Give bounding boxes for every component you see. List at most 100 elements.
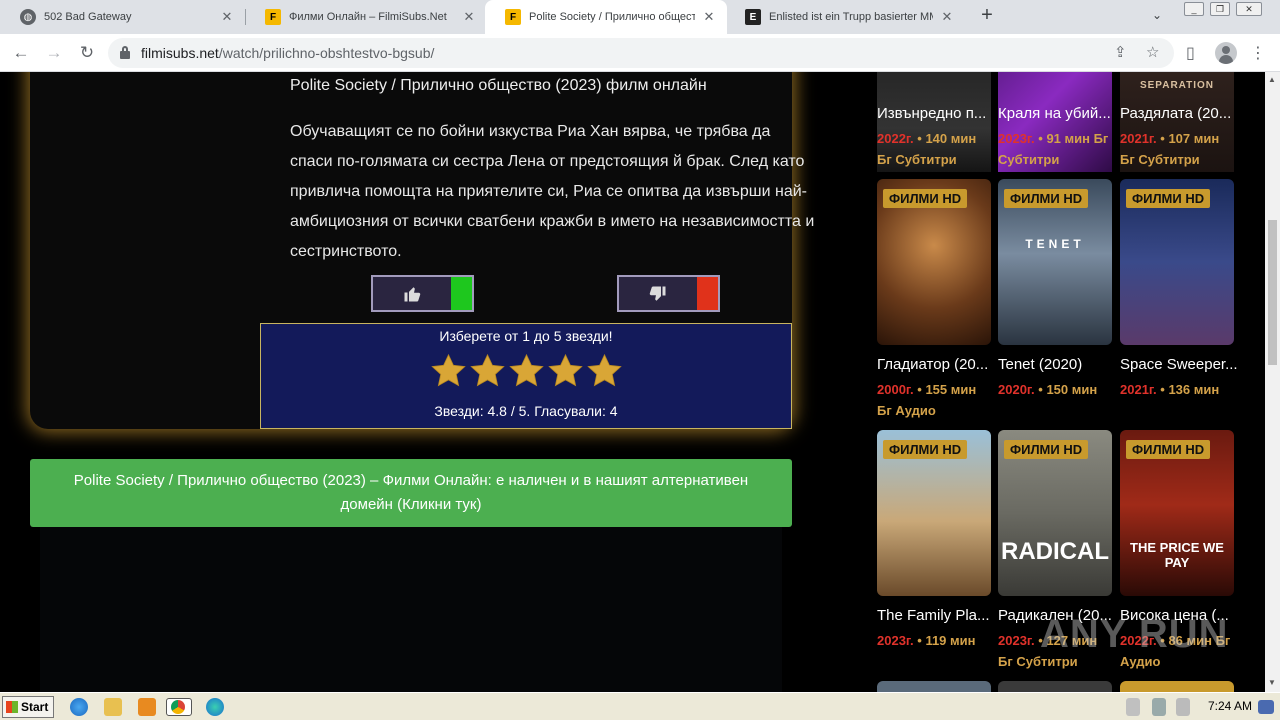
dislike-indicator xyxy=(697,277,718,310)
network-icon[interactable] xyxy=(1152,698,1166,716)
close-icon[interactable]: ✕ xyxy=(461,9,477,25)
tab-502[interactable]: ◍ 502 Bad Gateway ✕ xyxy=(0,0,245,34)
hd-badge: ФИЛМИ HD xyxy=(1126,440,1211,459)
poster-title-text: SEPARATION xyxy=(1139,80,1215,91)
star-icon[interactable] xyxy=(429,352,468,390)
share-icon[interactable]: ⇪ xyxy=(1114,43,1127,61)
tab-title: Филми Онлайн – FilmiSubs.Net xyxy=(289,11,447,23)
movie-poster[interactable]: ФИЛМИ HD xyxy=(877,179,991,345)
movie-details: • 150 мин xyxy=(1038,382,1098,397)
movie-poster[interactable]: ФИЛМИ HD xyxy=(877,430,991,596)
tab-enlisted[interactable]: E Enlisted ist ein Trupp basierter MMO- … xyxy=(725,0,965,34)
filmisubs-favicon-icon: F xyxy=(265,9,281,25)
video-player[interactable] xyxy=(40,527,782,692)
movie-year: 2022г. xyxy=(877,131,914,146)
address-bar[interactable]: filmisubs.net/watch/prilichno-obshtestvo… xyxy=(108,38,1174,68)
scroll-down-icon[interactable]: ▼ xyxy=(1268,678,1276,687)
volume-icon[interactable] xyxy=(1126,698,1140,716)
chrome-icon xyxy=(171,700,185,714)
thumbs-up-icon xyxy=(373,277,451,310)
movie-meta: 2023г. • 119 мин xyxy=(877,630,993,651)
movie-meta: 2023г. • 91 мин Бг Субтитри xyxy=(998,128,1114,170)
movie-poster[interactable]: ФИЛМИ HD TENET xyxy=(998,179,1112,345)
movie-title[interactable]: Space Sweeper... xyxy=(1120,356,1250,373)
globe-icon: ◍ xyxy=(20,9,36,25)
movie-poster[interactable] xyxy=(877,681,991,692)
alt-domain-link[interactable]: Polite Society / Прилично общество (2023… xyxy=(30,459,792,527)
movie-year: 2023г. xyxy=(998,131,1035,146)
page-scrollbar[interactable]: ▲ ▼ xyxy=(1265,72,1280,692)
movie-title: Polite Society / Прилично общество (2023… xyxy=(290,77,707,94)
side-panel-icon[interactable]: ▯ xyxy=(1186,43,1195,63)
star-icon[interactable] xyxy=(585,352,624,390)
close-icon[interactable]: ✕ xyxy=(219,9,235,25)
movie-poster[interactable] xyxy=(1120,681,1234,692)
poster-title-text: RADICAL xyxy=(1001,538,1109,565)
media-player-icon[interactable] xyxy=(138,698,156,716)
hd-badge: ФИЛМИ HD xyxy=(1126,189,1211,208)
movie-title[interactable]: Tenet (2020) xyxy=(998,356,1128,373)
anyrun-watermark: ANY RUN xyxy=(1040,612,1229,656)
folder-icon[interactable] xyxy=(104,698,122,716)
ie-icon[interactable] xyxy=(70,698,88,716)
reload-button[interactable]: ↻ xyxy=(75,42,99,64)
close-icon[interactable]: ✕ xyxy=(701,9,717,25)
star-icon[interactable] xyxy=(468,352,507,390)
profile-avatar[interactable] xyxy=(1215,42,1237,64)
menu-icon[interactable]: ⋮ xyxy=(1250,43,1266,63)
poster-title-text: THE PRICE WE PAY xyxy=(1130,540,1224,570)
enlisted-favicon-icon: E xyxy=(745,9,761,25)
filmisubs-favicon-icon: F xyxy=(505,9,521,25)
dislike-button[interactable] xyxy=(617,275,720,312)
chevron-down-icon[interactable]: ⌄ xyxy=(1152,8,1162,22)
close-icon[interactable]: ✕ xyxy=(939,9,955,25)
chrome-taskbar-button[interactable] xyxy=(166,698,192,716)
movie-poster[interactable]: ФИЛМИ HD RADICAL xyxy=(998,430,1112,596)
movie-poster[interactable] xyxy=(998,681,1112,692)
browser-toolbar: ← → ↻ filmisubs.net/watch/prilichno-obsh… xyxy=(0,34,1280,72)
movie-meta: 2021г. • 136 мин xyxy=(1120,379,1236,400)
forward-button[interactable]: → xyxy=(42,42,66,64)
like-indicator xyxy=(451,277,472,310)
star-icon[interactable] xyxy=(507,352,546,390)
back-button[interactable]: ← xyxy=(9,42,33,64)
bookmark-star-icon[interactable]: ☆ xyxy=(1146,43,1159,61)
scroll-thumb[interactable] xyxy=(1268,220,1277,365)
start-button[interactable]: Start xyxy=(2,696,54,718)
maximize-button[interactable]: ❐ xyxy=(1210,2,1230,16)
hd-badge: ФИЛМИ HD xyxy=(1004,440,1089,459)
movie-poster[interactable]: ФИЛМИ HD THE PRICE WE PAY xyxy=(1120,430,1234,596)
movie-title[interactable]: Раздялата (20... xyxy=(1120,105,1250,122)
url-text: filmisubs.net/watch/prilichno-obshtestvo… xyxy=(141,45,434,61)
movie-title[interactable]: Извънредно п... xyxy=(877,105,1007,122)
edge-icon[interactable] xyxy=(206,698,224,716)
movie-poster[interactable]: ФИЛМИ HD xyxy=(1120,179,1234,345)
like-button[interactable] xyxy=(371,275,474,312)
close-window-button[interactable]: ✕ xyxy=(1236,2,1262,16)
hd-badge: ФИЛМИ HD xyxy=(1004,189,1089,208)
show-desktop-icon[interactable] xyxy=(1258,700,1274,714)
new-tab-button[interactable]: + xyxy=(977,5,997,26)
tab-filmisubs[interactable]: F Филми Онлайн – FilmiSubs.Net ✕ xyxy=(245,0,487,34)
movie-meta: 2020г. • 150 мин xyxy=(998,379,1114,400)
start-label: Start xyxy=(21,700,49,714)
movie-meta: 2022г. • 140 мин Бг Субтитри xyxy=(877,128,993,170)
movie-title[interactable]: Гладиатор (20... xyxy=(877,356,1007,373)
minimize-button[interactable]: _ xyxy=(1184,2,1204,16)
star-rating-box: Изберете от 1 до 5 звезди! Звезди: 4.8 /… xyxy=(260,323,792,429)
tab-polite-society[interactable]: F Polite Society / Прилично обществ ✕ xyxy=(485,0,727,34)
tab-title: Enlisted ist ein Trupp basierter MMO- xyxy=(769,11,933,23)
movie-details: • 136 мин xyxy=(1160,382,1220,397)
movie-year: 2021г. xyxy=(1120,382,1157,397)
thumbs-down-icon xyxy=(619,277,697,310)
star-rating[interactable] xyxy=(429,352,624,390)
star-icon[interactable] xyxy=(546,352,585,390)
movie-title[interactable]: The Family Pla... xyxy=(877,607,1007,624)
flag-icon[interactable] xyxy=(1176,698,1190,716)
movie-year: 2021г. xyxy=(1120,131,1157,146)
movie-title[interactable]: Краля на убий... xyxy=(998,105,1128,122)
scroll-up-icon[interactable]: ▲ xyxy=(1268,75,1276,84)
url-host: filmisubs.net xyxy=(141,45,219,61)
movie-card: Polite Society / Прилично общество (2023… xyxy=(30,72,814,429)
tab-title: Polite Society / Прилично обществ xyxy=(529,11,695,23)
